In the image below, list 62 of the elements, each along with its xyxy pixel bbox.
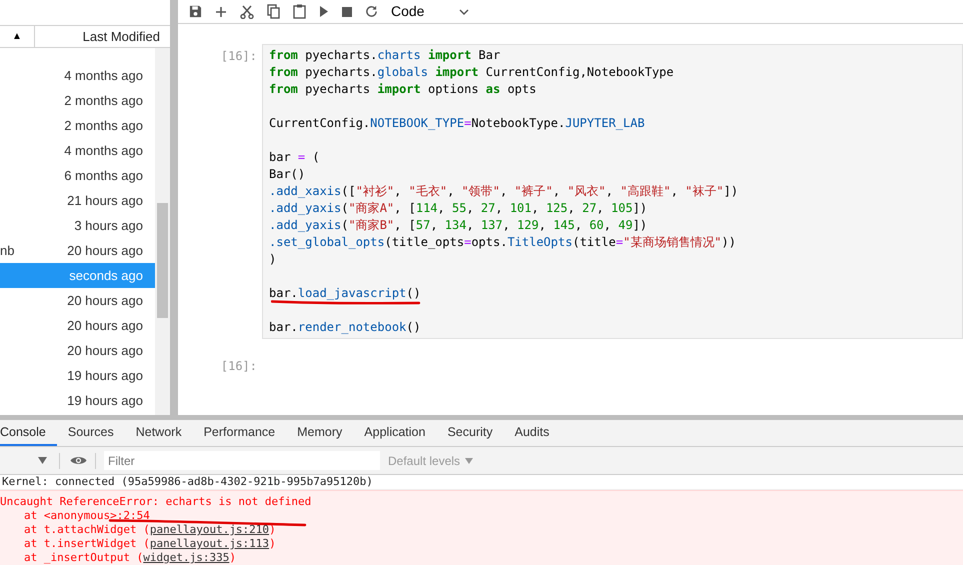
code-cell[interactable] bbox=[262, 44, 963, 339]
stack-trace-line: at t.insertWidget (panellayout.js:113) bbox=[23, 537, 276, 551]
code-line: Bar() bbox=[269, 166, 306, 183]
file-row[interactable]: 4 months ago bbox=[0, 63, 155, 88]
filter-field[interactable]: Filter bbox=[104, 451, 380, 470]
cell-prompt: [16]: bbox=[220, 48, 258, 65]
stack-trace-line: at _insertOutput (widget.js:335) bbox=[23, 551, 236, 565]
code-line: from pyecharts import options as opts bbox=[269, 81, 538, 98]
file-row[interactable]: 20 hours ago bbox=[0, 338, 155, 363]
code-line: from pyecharts.charts import Bar bbox=[269, 47, 502, 64]
sort-column-header[interactable]: ▲ bbox=[12, 29, 22, 44]
code-line: bar = ( bbox=[269, 149, 321, 166]
file-row[interactable]: nb 20 hours ago bbox=[0, 238, 155, 263]
devtools-tab[interactable]: Audits bbox=[504, 420, 560, 446]
code-line: .add_yaxis("商家B", [57, 134, 137, 129, 145, 60, 49]) bbox=[269, 217, 648, 234]
source-link[interactable]: panellayout.js:210 bbox=[150, 523, 270, 536]
caret-icon bbox=[465, 458, 474, 464]
file-row[interactable]: 4 months ago bbox=[0, 138, 155, 163]
code-line: bar.load_javascript() bbox=[269, 285, 962, 302]
clipboard-icon[interactable] bbox=[293, 4, 306, 19]
code-line: .set_global_opts(title_opts=opts.TitleOpts(title="某商场销售情况")) bbox=[269, 234, 737, 251]
refresh-icon[interactable] bbox=[365, 5, 378, 18]
error-message: Uncaught ReferenceError: echarts is not defined bbox=[0, 495, 312, 509]
scrollbar[interactable] bbox=[155, 48, 170, 415]
code-line: ) bbox=[269, 251, 278, 268]
eye-icon[interactable] bbox=[70, 455, 87, 466]
column-header[interactable]: Last Modified bbox=[82, 26, 160, 46]
devtools-tab[interactable]: Memory bbox=[286, 420, 354, 446]
code-line: bar.render_notebook() bbox=[269, 319, 422, 336]
file-row[interactable]: 3 hours ago bbox=[0, 213, 155, 238]
file-row[interactable]: 2 months ago bbox=[0, 113, 155, 138]
source-link[interactable]: widget.js:335 bbox=[143, 551, 230, 564]
copy-icon[interactable] bbox=[267, 4, 280, 19]
file-row[interactable]: 19 hours ago bbox=[0, 363, 155, 388]
stop-icon[interactable] bbox=[342, 6, 352, 16]
cut-icon[interactable] bbox=[240, 4, 254, 18]
code-line: CurrentConfig.NOTEBOOK_TYPE=NotebookType.JUPYTER_LAB bbox=[269, 115, 646, 132]
file-row[interactable]: 19 hours ago bbox=[0, 388, 155, 413]
cell-type-dropdown[interactable]: Code bbox=[391, 1, 469, 22]
stack-trace-line: at <anonymous>:2:54 bbox=[23, 509, 150, 523]
code-line: from pyecharts.globals import CurrentConfig,NotebookType bbox=[269, 64, 675, 81]
file-row[interactable]: 20 hours ago bbox=[0, 288, 155, 313]
devtools-tab[interactable]: Performance bbox=[192, 420, 286, 446]
devtools-tab[interactable]: Application bbox=[353, 420, 436, 446]
caret-icon[interactable] bbox=[38, 457, 47, 464]
code-line: .add_yaxis("商家A", [114, 55, 27, 101, 125, 27, 105]) bbox=[269, 200, 648, 217]
chevron-icon bbox=[459, 8, 469, 14]
console-message: Kernel: connected (95a59986-ad8b-4302-921b-995b7a95120b) bbox=[2, 474, 373, 490]
devtools-tab[interactable]: Security bbox=[436, 420, 504, 446]
stack-trace-line: at t.attachWidget (panellayout.js:210) bbox=[23, 523, 276, 537]
file-row[interactable]: 20 hours ago bbox=[0, 313, 155, 338]
devtools-tab[interactable]: Sources bbox=[56, 420, 125, 446]
file-row[interactable]: 2 months ago bbox=[0, 88, 155, 113]
file-row[interactable]: 21 hours ago bbox=[0, 188, 155, 213]
source-link[interactable]: panellayout.js:113 bbox=[150, 537, 270, 550]
play-icon[interactable] bbox=[319, 6, 329, 17]
devtools-tab[interactable]: Network bbox=[124, 420, 193, 446]
save-icon[interactable] bbox=[189, 5, 202, 18]
code-line: .add_xaxis(["衬衫", "毛衣", "领带", "裤子", "风衣", "高跟鞋", "袜子"]) bbox=[269, 183, 740, 200]
cell-prompt: [16]: bbox=[220, 358, 258, 375]
plus-icon[interactable] bbox=[215, 6, 227, 18]
file-row[interactable]: 6 months ago bbox=[0, 163, 155, 188]
